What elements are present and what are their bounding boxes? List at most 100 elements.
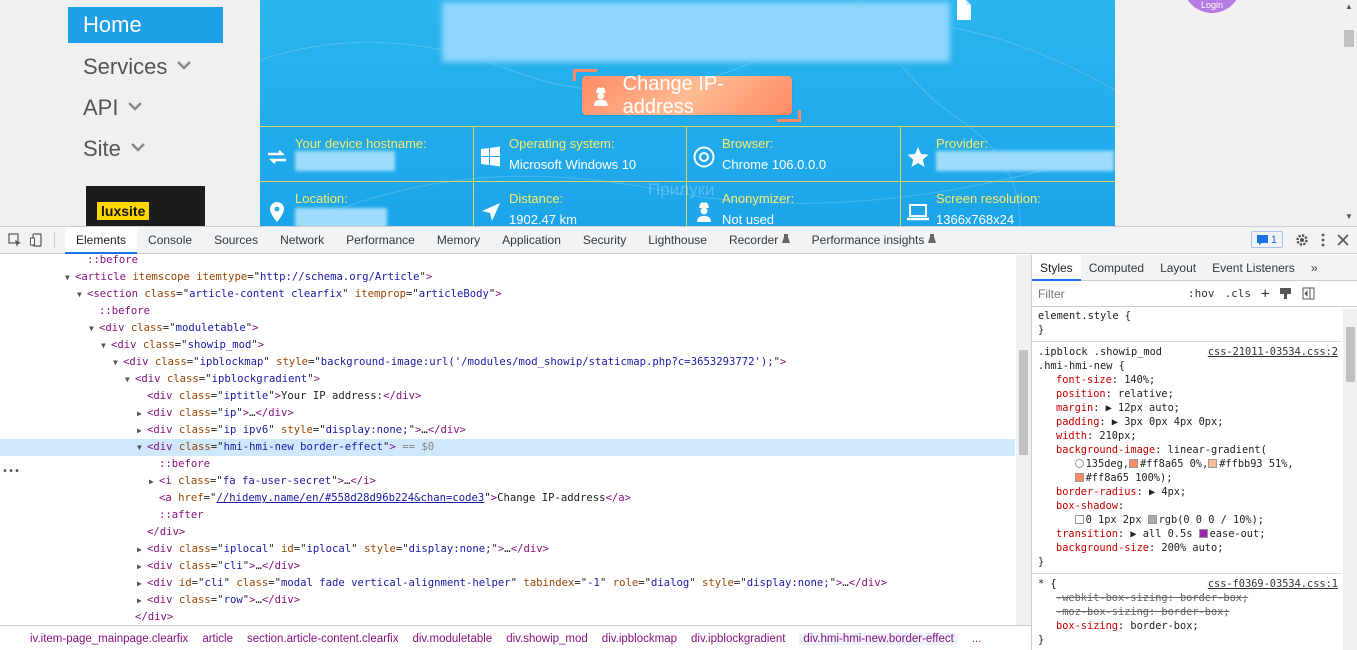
collapsed-triangle-icon[interactable]: ▶ bbox=[137, 422, 147, 439]
expanded-triangle-icon[interactable]: ▼ bbox=[89, 320, 99, 337]
css-rule-line[interactable]: box-shadow: bbox=[1032, 499, 1342, 513]
collapsed-triangle-icon[interactable]: ▶ bbox=[137, 541, 147, 558]
scroll-thumb[interactable] bbox=[1344, 30, 1354, 47]
css-rule-line[interactable]: padding: ▶ 3px 0px 4px 0px; bbox=[1032, 415, 1342, 429]
page-scrollbar[interactable]: ▲ ▼ bbox=[1341, 0, 1357, 226]
expanded-triangle-icon[interactable]: ▼ bbox=[137, 439, 147, 456]
styles-tab-styles[interactable]: Styles bbox=[1032, 255, 1081, 281]
device-toolbar-icon[interactable] bbox=[30, 233, 44, 247]
breadcrumb-item[interactable]: div.moduletable bbox=[412, 633, 492, 645]
collapsed-triangle-icon[interactable]: ▶ bbox=[149, 473, 159, 490]
css-rule-line[interactable]: 0 1px 2px rgb(0 0 0 / 10%); bbox=[1032, 513, 1342, 527]
css-rule-line[interactable]: background-image: linear-gradient( bbox=[1032, 443, 1342, 457]
tab-security[interactable]: Security bbox=[572, 227, 637, 254]
css-source-link[interactable]: css-21011-03534.css:2 bbox=[1208, 345, 1338, 359]
tab-memory[interactable]: Memory bbox=[426, 227, 491, 254]
css-rules[interactable]: element.style {} .ipblock .showip_mod css-… bbox=[1032, 309, 1342, 647]
collapsed-triangle-icon[interactable]: ▶ bbox=[137, 592, 147, 609]
tab-performance-insights[interactable]: Performance insights bbox=[801, 227, 947, 254]
node-actions-ellipsis-icon[interactable]: ••• bbox=[2, 466, 20, 477]
scroll-down-arrow-icon[interactable]: ▼ bbox=[1345, 212, 1353, 221]
breadcrumb-item[interactable]: div.ipblockmap bbox=[602, 633, 677, 645]
dom-node[interactable]: ▼ <section class="article-content clearfi… bbox=[0, 286, 1015, 303]
css-rule-line[interactable]: position: relative; bbox=[1032, 387, 1342, 401]
change-ip-button[interactable]: Change IP-address bbox=[582, 73, 792, 118]
styles-scroll-thumb[interactable] bbox=[1346, 327, 1355, 382]
tab-recorder[interactable]: Recorder bbox=[718, 227, 801, 254]
css-rule-line[interactable]: -webkit-box-sizing: border-box; bbox=[1032, 591, 1342, 605]
dom-node[interactable]: ::before bbox=[0, 303, 1015, 320]
dom-node[interactable]: ▼ <div class="showip_mod"> bbox=[0, 337, 1015, 354]
dom-node[interactable]: ▶ <div class="iplocal" id="iplocal" style… bbox=[0, 541, 1015, 558]
inspect-element-icon[interactable] bbox=[8, 233, 22, 247]
css-rule-line[interactable]: box-sizing: border-box; bbox=[1032, 619, 1342, 633]
close-devtools-icon[interactable] bbox=[1337, 233, 1349, 246]
tab-application[interactable]: Application bbox=[491, 227, 572, 254]
dom-node[interactable]: ▶ <i class="fa fa-user-secret">…</i> bbox=[0, 473, 1015, 490]
dom-node[interactable]: ▼ <div class="ipblockmap" style="backgrou… bbox=[0, 354, 1015, 371]
breadcrumb-item[interactable]: div.hmi-hmi-new.border-effect bbox=[799, 632, 958, 645]
styles-tab-computed[interactable]: Computed bbox=[1081, 255, 1152, 281]
dom-node[interactable]: ::before bbox=[0, 255, 1015, 269]
breadcrumb-item[interactable]: iv.item-page_mainpage.clearfix bbox=[30, 633, 188, 645]
ad-banner[interactable]: luxsite bbox=[86, 186, 205, 226]
collapsed-triangle-icon[interactable]: ▶ bbox=[137, 575, 147, 592]
more-options-icon[interactable] bbox=[1321, 233, 1325, 247]
dom-node-selected[interactable]: ▼ <div class="hmi-hmi-new border-effect">… bbox=[0, 439, 1015, 456]
dom-node[interactable]: ▶ <div class="cli">…</div> bbox=[0, 558, 1015, 575]
settings-gear-icon[interactable] bbox=[1295, 233, 1309, 247]
collapsed-triangle-icon[interactable]: ▶ bbox=[137, 558, 147, 575]
class-toggle[interactable]: .cls bbox=[1225, 287, 1252, 300]
dom-node[interactable]: ::before bbox=[0, 456, 1015, 473]
css-rule-line[interactable]: #ff8a65 100%); bbox=[1032, 471, 1342, 485]
nav-item-api[interactable]: API bbox=[68, 87, 228, 128]
expanded-triangle-icon[interactable]: ▼ bbox=[125, 371, 135, 388]
css-rule-line[interactable]: element.style { bbox=[1032, 309, 1342, 323]
css-rule-line[interactable]: } bbox=[1032, 555, 1342, 569]
copy-file-icon[interactable] bbox=[954, 0, 974, 20]
css-rule-line[interactable]: font-size: 140%; bbox=[1032, 373, 1342, 387]
tab-lighthouse[interactable]: Lighthouse bbox=[637, 227, 718, 254]
issues-button[interactable]: 1 bbox=[1250, 231, 1283, 248]
tab-sources[interactable]: Sources bbox=[203, 227, 269, 254]
sidebar-toggle-icon[interactable] bbox=[1302, 287, 1315, 300]
css-rule-line[interactable]: width: 210px; bbox=[1032, 429, 1342, 443]
breadcrumb-item[interactable]: section.article-content.clearfix bbox=[247, 633, 398, 645]
css-rule-line[interactable]: .ipblock .showip_mod css-21011-03534.css:… bbox=[1032, 345, 1342, 359]
elements-scrollbar[interactable] bbox=[1016, 255, 1031, 625]
breadcrumb-more[interactable]: ... bbox=[972, 633, 982, 645]
tab-console[interactable]: Console bbox=[137, 227, 203, 254]
css-rule-line[interactable]: -moz-box-sizing: border-box; bbox=[1032, 605, 1342, 619]
styles-tab-layout[interactable]: Layout bbox=[1152, 255, 1204, 281]
dom-node[interactable]: <a href="//hidemy.name/en/#558d28d96b224… bbox=[0, 490, 1015, 507]
css-rule-line[interactable]: } bbox=[1032, 323, 1342, 337]
dom-node[interactable]: ▼ <div class="ipblockgradient"> bbox=[0, 371, 1015, 388]
dom-node[interactable]: ▶ <div class="ip">…</div> bbox=[0, 405, 1015, 422]
paint-bucket-icon[interactable] bbox=[1279, 287, 1292, 300]
tab-performance[interactable]: Performance bbox=[335, 227, 426, 254]
css-rule-line[interactable]: 135deg, #ff8a65 0%, #ffbb93 51%, bbox=[1032, 457, 1342, 471]
css-rule-line[interactable]: transition: ▶ all 0.5s ease-out; bbox=[1032, 527, 1342, 541]
dom-node[interactable]: ▶ <div class="row">…</div> bbox=[0, 592, 1015, 609]
css-rule-line[interactable]: background-size: 200% auto; bbox=[1032, 541, 1342, 555]
dom-node[interactable]: ▼ <div class="moduletable"> bbox=[0, 320, 1015, 337]
nav-item-services[interactable]: Services bbox=[68, 46, 228, 87]
nav-item-site[interactable]: Site bbox=[68, 128, 228, 169]
nav-item-home[interactable]: Home bbox=[68, 7, 223, 43]
tab-network[interactable]: Network bbox=[269, 227, 335, 254]
dom-node[interactable]: ▶ <div id="cli" class="modal fade vertica… bbox=[0, 575, 1015, 592]
dom-node[interactable]: <div class="iptitle">Your IP address:</d… bbox=[0, 388, 1015, 405]
styles-filter-input[interactable] bbox=[1038, 286, 1178, 301]
dom-node[interactable]: ▶ <div class="ip ipv6" style="display:non… bbox=[0, 422, 1015, 439]
css-rule-line[interactable]: .hmi-hmi-new { bbox=[1032, 359, 1342, 373]
breadcrumb-item[interactable]: article bbox=[202, 633, 233, 645]
collapsed-triangle-icon[interactable]: ▶ bbox=[137, 405, 147, 422]
dom-node[interactable]: </div> bbox=[0, 609, 1015, 625]
css-rule-line[interactable]: * {css-f0369-03534.css:1 bbox=[1032, 577, 1342, 591]
dom-node[interactable]: ▼ <article itemscope itemtype="http://sch… bbox=[0, 269, 1015, 286]
css-rule-line[interactable]: margin: ▶ 12px auto; bbox=[1032, 401, 1342, 415]
css-source-link[interactable]: css-f0369-03534.css:1 bbox=[1208, 577, 1338, 591]
expanded-triangle-icon[interactable]: ▼ bbox=[65, 269, 75, 286]
elements-tree[interactable]: ::before ▼ <article itemscope itemtype="ht… bbox=[0, 255, 1031, 625]
expanded-triangle-icon[interactable]: ▼ bbox=[101, 337, 111, 354]
